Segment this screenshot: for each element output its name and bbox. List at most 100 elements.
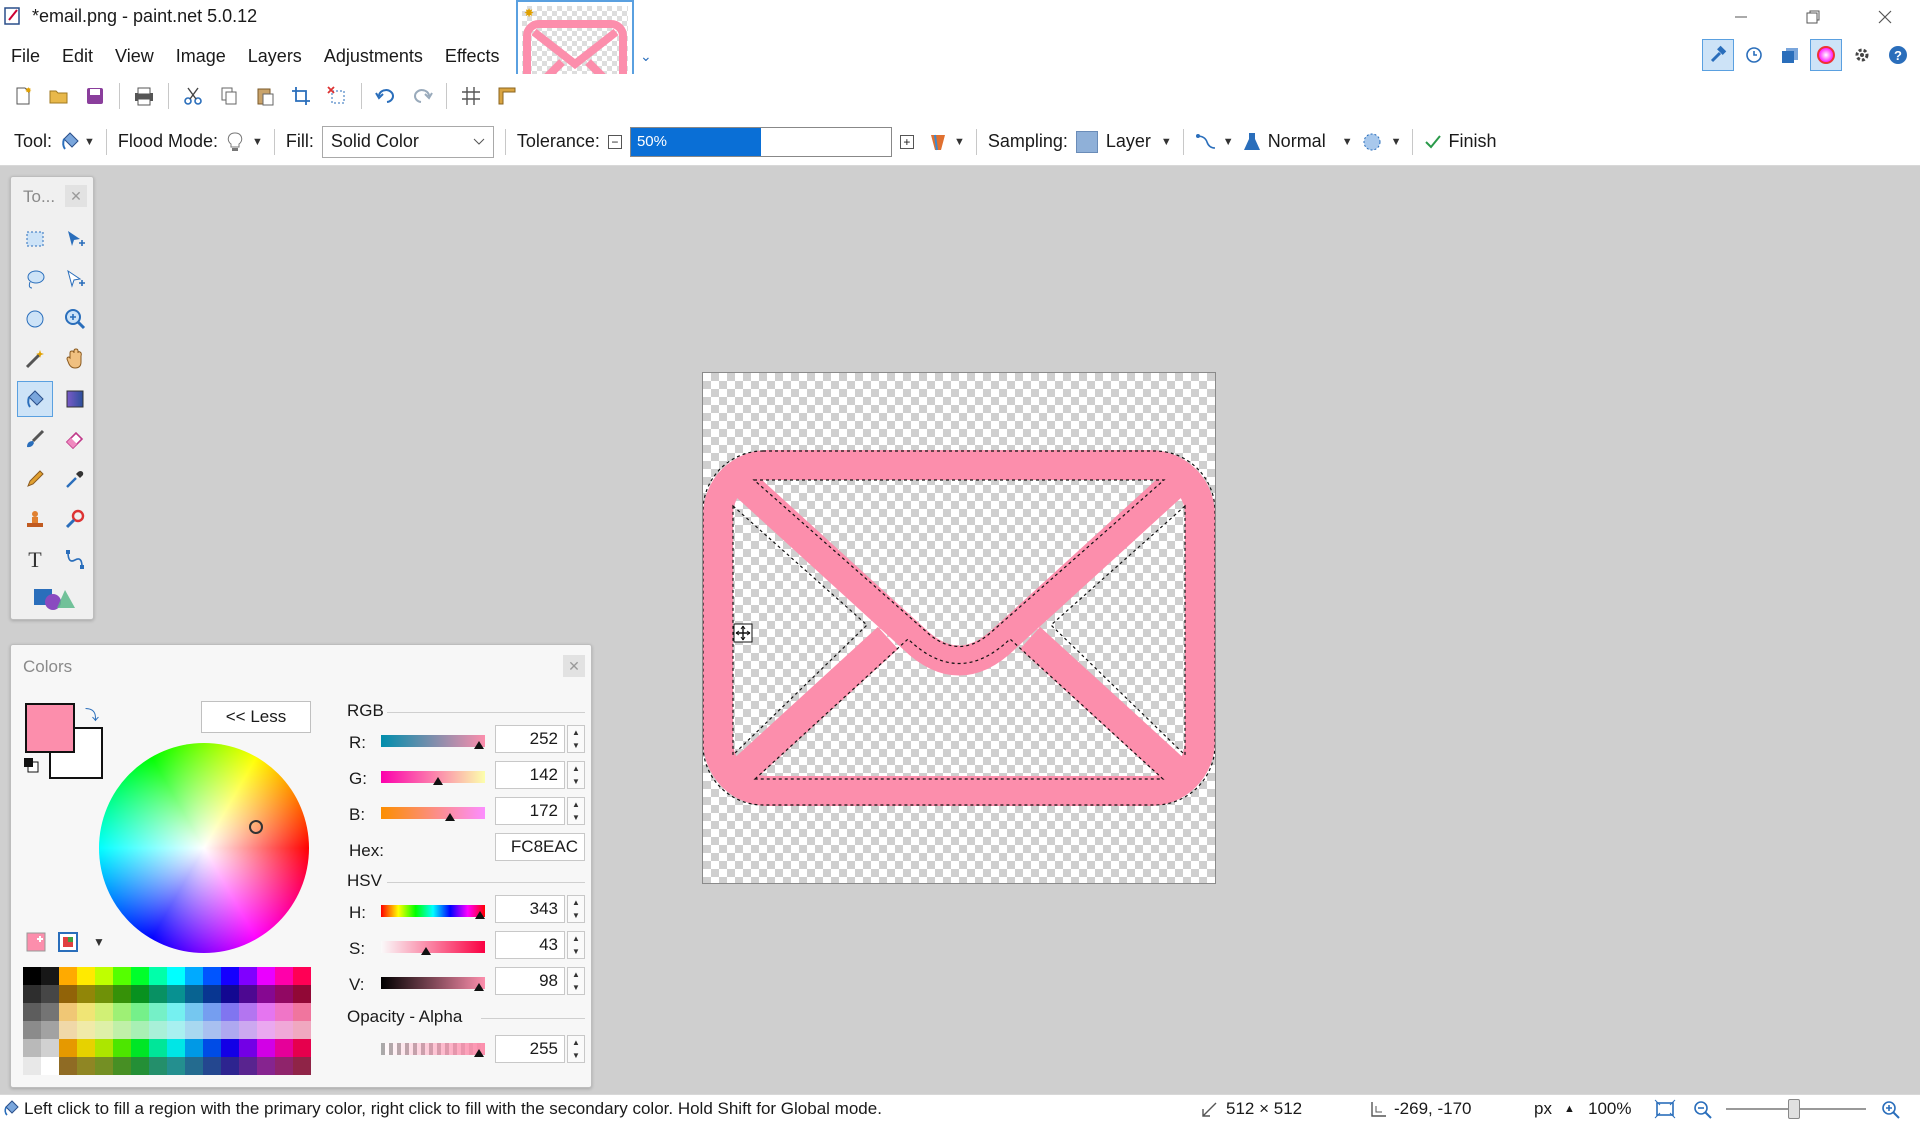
- redo-button[interactable]: [407, 81, 437, 111]
- g-slider-thumb[interactable]: [433, 777, 443, 785]
- chevron-down-icon[interactable]: ▼: [93, 935, 105, 949]
- palette-swatch[interactable]: [77, 1021, 95, 1039]
- v-slider[interactable]: [381, 977, 485, 991]
- add-to-palette-icon[interactable]: [25, 931, 47, 953]
- b-spinner[interactable]: ▲ ▼: [567, 797, 585, 825]
- palette-swatch[interactable]: [167, 1057, 185, 1075]
- colors-panel-close-button[interactable]: ✕: [563, 655, 585, 677]
- palette-swatch[interactable]: [293, 967, 311, 985]
- v-input[interactable]: 98: [495, 967, 565, 995]
- palette-swatch[interactable]: [221, 985, 239, 1003]
- tools-window-toggle[interactable]: [1702, 39, 1734, 71]
- b-slider-thumb[interactable]: [445, 813, 455, 821]
- palette-swatch[interactable]: [113, 1057, 131, 1075]
- b-slider[interactable]: [381, 807, 485, 821]
- tolerance-decrease-button[interactable]: −: [607, 134, 622, 149]
- palette-swatch[interactable]: [41, 985, 59, 1003]
- palette-swatch[interactable]: [23, 1057, 41, 1075]
- deselect-button[interactable]: [322, 81, 352, 111]
- palette-swatch[interactable]: [23, 985, 41, 1003]
- palette-swatch[interactable]: [185, 1021, 203, 1039]
- s-input[interactable]: 43: [495, 931, 565, 959]
- palette-swatch[interactable]: [203, 985, 221, 1003]
- alpha-slider[interactable]: [381, 1043, 485, 1057]
- zoom-value[interactable]: 100%: [1588, 1099, 1631, 1119]
- zoom-in-icon[interactable]: [1880, 1099, 1902, 1119]
- palette-swatch[interactable]: [95, 1039, 113, 1057]
- grid-toggle-button[interactable]: [456, 81, 486, 111]
- palette-swatch[interactable]: [131, 1003, 149, 1021]
- h-slider-thumb[interactable]: [475, 911, 485, 919]
- palette-swatch[interactable]: [131, 967, 149, 985]
- clone-stamp-tool[interactable]: [17, 501, 53, 537]
- selection-mode-dropdown[interactable]: ▼: [1361, 131, 1401, 153]
- palette-swatch[interactable]: [167, 1039, 185, 1057]
- tools-panel-close-button[interactable]: ✕: [65, 185, 87, 207]
- v-spinner[interactable]: ▲ ▼: [567, 967, 585, 995]
- image-canvas[interactable]: [702, 372, 1216, 884]
- zoom-tool[interactable]: [57, 301, 93, 337]
- settings-button[interactable]: [1846, 39, 1878, 71]
- less-button[interactable]: << Less: [201, 701, 311, 733]
- menu-image[interactable]: Image: [165, 38, 237, 72]
- palette-swatch[interactable]: [95, 1021, 113, 1039]
- palette-swatch[interactable]: [203, 1039, 221, 1057]
- undo-button[interactable]: [371, 81, 401, 111]
- pan-tool[interactable]: [57, 341, 93, 377]
- palette-swatch[interactable]: [221, 1021, 239, 1039]
- layers-window-toggle[interactable]: [1774, 39, 1806, 71]
- palette-swatch[interactable]: [275, 967, 293, 985]
- palette-swatch[interactable]: [167, 1003, 185, 1021]
- s-slider-thumb[interactable]: [421, 947, 431, 955]
- units-dropdown[interactable]: px ▲: [1534, 1099, 1575, 1119]
- palette-swatch[interactable]: [275, 1057, 293, 1075]
- restore-button[interactable]: [1778, 0, 1848, 34]
- palette-swatch[interactable]: [293, 1057, 311, 1075]
- palette-swatch[interactable]: [257, 967, 275, 985]
- close-button[interactable]: [1850, 0, 1920, 34]
- move-selected-tool[interactable]: [57, 261, 93, 297]
- palette-swatch[interactable]: [167, 985, 185, 1003]
- paint-bucket-tool[interactable]: [17, 381, 53, 417]
- palette-swatch[interactable]: [203, 967, 221, 985]
- reset-colors-icon[interactable]: [23, 757, 39, 773]
- palette-swatch[interactable]: [59, 967, 77, 985]
- menu-edit[interactable]: Edit: [51, 38, 104, 72]
- palette-swatch[interactable]: [77, 985, 95, 1003]
- palette-swatch[interactable]: [131, 1039, 149, 1057]
- palette-swatch[interactable]: [167, 1021, 185, 1039]
- menu-view[interactable]: View: [104, 38, 165, 72]
- cut-button[interactable]: [178, 81, 208, 111]
- palette-swatch[interactable]: [221, 1057, 239, 1075]
- zoom-slider-thumb[interactable]: [1788, 1099, 1800, 1119]
- h-slider[interactable]: [381, 905, 485, 919]
- palette-swatch[interactable]: [257, 1003, 275, 1021]
- palette-swatch[interactable]: [257, 985, 275, 1003]
- blend-mode-dropdown[interactable]: Normal ▼: [1242, 131, 1353, 153]
- g-input[interactable]: 142: [495, 761, 565, 789]
- copy-button[interactable]: [214, 81, 244, 111]
- help-button[interactable]: ?: [1882, 39, 1914, 71]
- color-wheel[interactable]: [99, 743, 309, 953]
- palette-swatch[interactable]: [23, 1021, 41, 1039]
- zoom-out-icon[interactable]: [1692, 1099, 1714, 1119]
- gradient-tool[interactable]: [57, 381, 93, 417]
- color-palette[interactable]: [23, 967, 311, 1075]
- alpha-spinner[interactable]: ▲ ▼: [567, 1035, 585, 1063]
- palette-swatch[interactable]: [257, 1021, 275, 1039]
- v-slider-thumb[interactable]: [474, 983, 484, 991]
- palette-swatch[interactable]: [23, 967, 41, 985]
- palette-swatch[interactable]: [203, 1003, 221, 1021]
- palette-swatch[interactable]: [257, 1057, 275, 1075]
- s-spinner[interactable]: ▲ ▼: [567, 931, 585, 959]
- palette-swatch[interactable]: [113, 985, 131, 1003]
- magic-wand-tool[interactable]: [17, 341, 53, 377]
- palette-swatch[interactable]: [239, 985, 257, 1003]
- palette-swatch[interactable]: [131, 985, 149, 1003]
- menu-adjustments[interactable]: Adjustments: [313, 38, 434, 72]
- rectangle-select-tool[interactable]: [17, 221, 53, 257]
- palette-swatch[interactable]: [41, 967, 59, 985]
- palette-swatch[interactable]: [41, 1003, 59, 1021]
- palette-swatch[interactable]: [95, 1057, 113, 1075]
- palette-swatch[interactable]: [113, 967, 131, 985]
